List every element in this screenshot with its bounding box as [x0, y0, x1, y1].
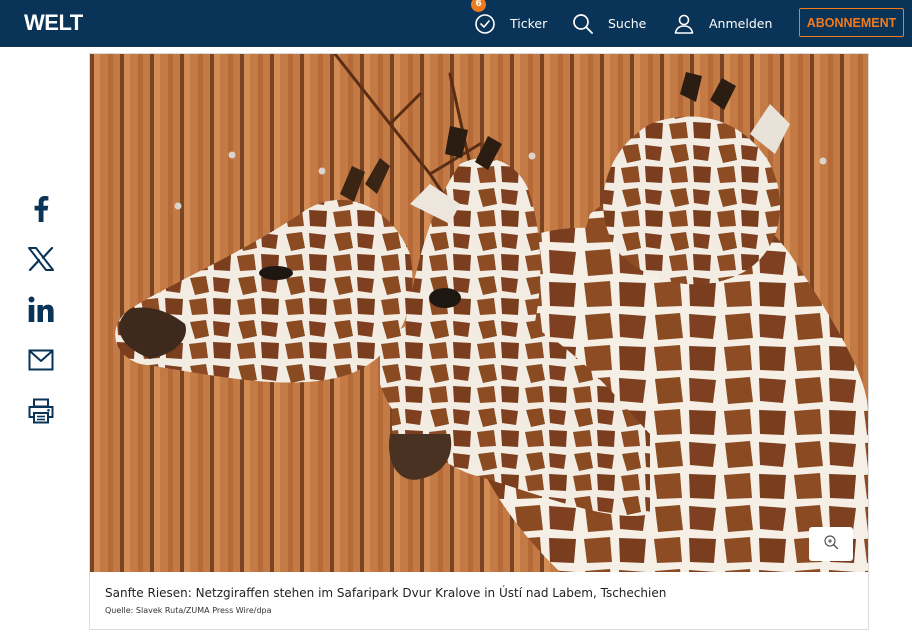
search-link[interactable]: Suche [572, 0, 646, 47]
article-figure: Sanfte Riesen: Netzgiraffen stehen im Sa… [89, 53, 869, 630]
ticker-label: Ticker [510, 16, 548, 31]
image-source: Quelle: Slavek Ruta/ZUMA Press Wire/dpa [105, 606, 272, 615]
giraffe-photo[interactable] [90, 54, 868, 572]
user-icon [673, 13, 695, 35]
site-header: WELT 6 Ticker Suche Anmelden ABONNEMENT [0, 0, 912, 47]
share-facebook-button[interactable] [27, 195, 55, 226]
printer-icon [28, 398, 54, 428]
login-label: Anmelden [709, 16, 773, 31]
logo-text: WELT [24, 10, 83, 35]
subscribe-button[interactable]: ABONNEMENT [799, 8, 904, 37]
x-icon [28, 246, 54, 275]
share-email-button[interactable] [27, 348, 55, 376]
ticker-count-badge: 6 [471, 0, 486, 12]
search-label: Suche [608, 16, 647, 31]
mail-icon [28, 349, 54, 375]
share-x-button[interactable] [27, 246, 55, 275]
zoom-in-icon [823, 534, 839, 554]
login-link[interactable]: Anmelden [673, 0, 772, 47]
welt-logo[interactable]: WELT [24, 9, 83, 37]
facebook-icon [33, 195, 49, 226]
subscribe-label: ABONNEMENT [806, 15, 897, 30]
print-button[interactable] [27, 398, 55, 428]
linkedin-icon [28, 296, 54, 326]
clock-icon: 6 [471, 0, 496, 35]
figure-caption: Sanfte Riesen: Netzgiraffen stehen im Sa… [105, 586, 667, 600]
zoom-button[interactable] [809, 527, 853, 561]
share-linkedin-button[interactable] [27, 296, 55, 326]
search-icon [572, 13, 594, 35]
ticker-link[interactable]: 6 Ticker [471, 0, 548, 47]
